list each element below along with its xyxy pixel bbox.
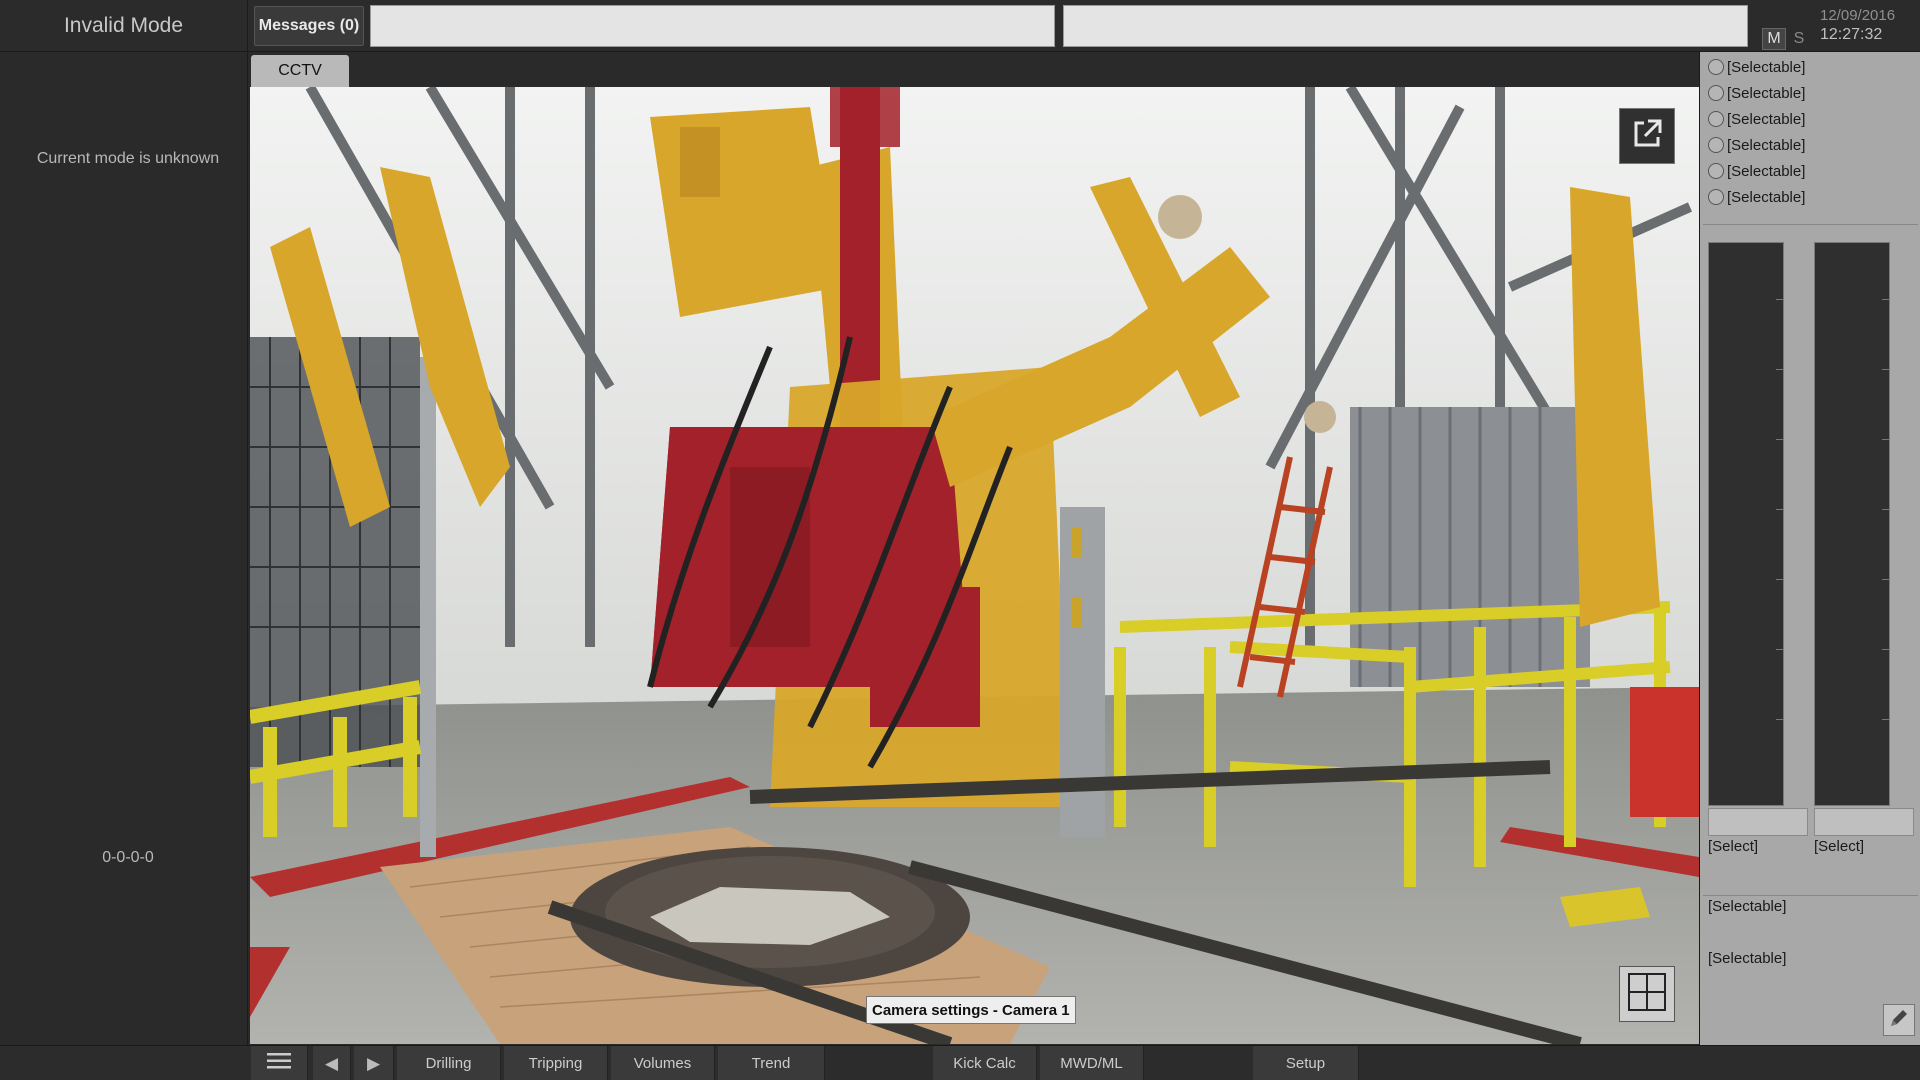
grid-layout-icon [1627,972,1667,1017]
tab-kick-calc[interactable]: Kick Calc [933,1046,1037,1080]
message-field-secondary[interactable] [1063,5,1748,47]
gauge-tick [1776,579,1783,580]
tab-setup[interactable]: Setup [1253,1046,1359,1080]
radio-circle-icon [1708,137,1724,153]
next-button[interactable]: ▶ [354,1046,394,1080]
left-panel: Current mode is unknown 0-0-0-0 [0,52,248,1045]
camera-settings-button[interactable]: Camera settings - Camera 1 [866,996,1076,1024]
radio-label: [Selectable] [1727,162,1806,180]
gauge-select-right[interactable]: [Select] [1814,838,1864,855]
message-field-primary[interactable] [370,5,1055,47]
radio-label: [Selectable] [1727,84,1806,102]
camera-feed [250,87,1699,1044]
radio-option[interactable]: [Selectable] [1708,108,1805,130]
gauge-tick [1776,439,1783,440]
edit-button[interactable] [1883,1004,1915,1036]
radio-option[interactable]: [Selectable] [1708,160,1805,182]
pencil-icon [1888,1007,1910,1034]
gauge-value-field-left[interactable] [1708,808,1808,836]
selectable-item[interactable]: [Selectable] [1708,898,1786,915]
triangle-left-icon: ◀ [324,1053,339,1073]
gauge-tick [1882,719,1889,720]
prev-button[interactable]: ◀ [313,1046,351,1080]
radio-option[interactable]: [Selectable] [1708,82,1805,104]
radio-circle-icon [1708,189,1724,205]
divider [1703,224,1918,225]
tab-mwd-ml[interactable]: MWD/ML [1040,1046,1144,1080]
gauge-value-field-right[interactable] [1814,808,1914,836]
tab-trend[interactable]: Trend [718,1046,825,1080]
gauge-bar-right [1814,242,1890,806]
gauge-tick [1882,649,1889,650]
gauge-tick [1882,369,1889,370]
menu-button[interactable] [251,1046,308,1080]
radio-label: [Selectable] [1727,188,1806,206]
radio-label: [Selectable] [1727,110,1806,128]
current-mode-text: Current mode is unknown [36,150,220,167]
gauge-tick [1882,509,1889,510]
s-toggle-button[interactable]: S [1790,28,1808,50]
external-link-icon [1630,117,1664,156]
grid-layout-button[interactable] [1619,966,1675,1022]
radio-circle-icon [1708,59,1724,75]
m-toggle-button[interactable]: M [1762,28,1786,50]
gauge-tick [1776,299,1783,300]
right-panel: [Selectable] [Selectable] [Selectable] [… [1699,52,1920,1045]
hamburger-menu-icon [267,1052,291,1075]
radio-label: [Selectable] [1727,58,1806,76]
tab-volumes[interactable]: Volumes [611,1046,715,1080]
radio-circle-icon [1708,163,1724,179]
mode-title: Invalid Mode [0,0,248,52]
radio-circle-icon [1708,85,1724,101]
tab-tripping[interactable]: Tripping [504,1046,608,1080]
mode-code-text: 0-0-0-0 [102,849,154,866]
gauge-select-left[interactable]: [Select] [1708,838,1758,855]
gauge-tick [1776,719,1783,720]
date-display: 12/09/2016 [1820,7,1896,24]
radio-option[interactable]: [Selectable] [1708,186,1805,208]
radio-option[interactable]: [Selectable] [1708,134,1805,156]
gauge-tick [1776,509,1783,510]
radio-label: [Selectable] [1727,136,1806,154]
time-display: 12:27:32 [1820,26,1883,43]
bottom-bar: ◀ ▶ Drilling Tripping Volumes Trend Kick… [0,1045,1920,1080]
triangle-right-icon: ▶ [366,1053,381,1073]
gauge-bar-left [1708,242,1784,806]
tab-cctv[interactable]: CCTV [251,55,349,87]
gauge-tick [1882,299,1889,300]
gauge-tick [1882,579,1889,580]
messages-button[interactable]: Messages (0) [254,6,364,46]
selectable-item[interactable]: [Selectable] [1708,950,1786,967]
gauge-tick [1776,369,1783,370]
radio-circle-icon [1708,111,1724,127]
radio-option[interactable]: [Selectable] [1708,56,1805,78]
gauge-tick [1776,649,1783,650]
top-bar: Invalid Mode Messages (0) M S 12/09/2016… [0,0,1920,52]
gauge-tick [1882,439,1889,440]
divider [1703,895,1918,896]
popout-button[interactable] [1619,108,1675,164]
tab-drilling[interactable]: Drilling [397,1046,501,1080]
